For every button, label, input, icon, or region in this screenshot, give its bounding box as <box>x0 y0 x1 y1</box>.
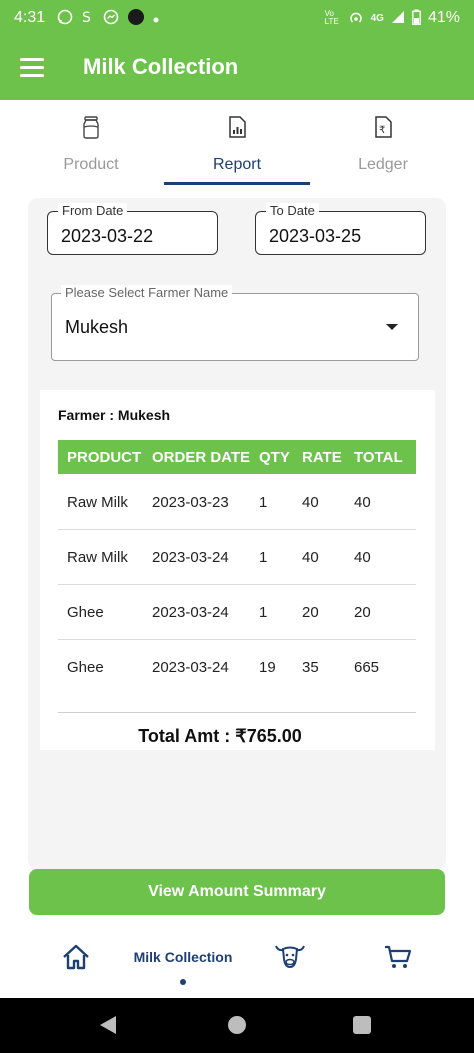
page-title: Milk Collection <box>83 54 239 79</box>
farmer-select[interactable]: Please Select Farmer Name Mukesh <box>51 285 419 361</box>
app-bar: Milk Collection <box>0 36 474 100</box>
nav-home[interactable] <box>58 930 94 998</box>
svg-text:S: S <box>82 10 91 25</box>
table-divider <box>58 712 416 713</box>
cell-rate: 40 <box>302 494 319 511</box>
messenger-icon <box>103 9 119 28</box>
cell-order-date: 2023-03-24 <box>152 549 229 566</box>
whatsapp-icon <box>57 9 73 28</box>
status-left: 4:31 S <box>14 8 159 29</box>
home-circle-icon[interactable] <box>228 1016 246 1034</box>
cell-product: Ghee <box>67 604 104 621</box>
to-date-label: To Date <box>266 203 319 219</box>
cow-icon <box>274 942 306 975</box>
bottom-nav: Milk Collection <box>0 930 474 998</box>
sync-icon: S <box>81 9 95 28</box>
column-header-total: TOTAL <box>354 449 403 466</box>
status-bar: 4:31 S Vo LTE 4G 41% <box>0 0 474 36</box>
column-header-rate: RATE <box>302 449 342 466</box>
cell-order-date: 2023-03-23 <box>152 494 229 511</box>
status-right: Vo LTE 4G 41% <box>325 9 460 28</box>
active-nav-dot <box>180 979 186 985</box>
nav-cart[interactable] <box>380 930 416 998</box>
cell-total: 665 <box>354 659 380 676</box>
chevron-down-icon <box>386 324 398 330</box>
tab-label-ledger: Ledger <box>358 156 408 173</box>
nav-cow[interactable] <box>272 930 308 998</box>
table-row: Raw Milk 2023-03-24 1 40 40 <box>58 530 416 585</box>
system-nav-bar <box>0 998 474 1053</box>
cell-rate: 20 <box>302 604 319 621</box>
home-icon <box>62 944 90 975</box>
table-header: PRODUCT ORDER DATE QTY RATE TOTAL <box>58 440 416 474</box>
volte-badge: Vo LTE <box>324 9 339 26</box>
milk-can-icon <box>78 114 104 140</box>
report-card: Farmer : Mukesh PRODUCT ORDER DATE QTY R… <box>40 390 435 750</box>
signal-icon <box>391 10 405 27</box>
cell-qty: 1 <box>259 549 268 566</box>
nav-label-milk-collection: Milk Collection <box>133 949 233 965</box>
tab-ledger[interactable]: ₹ Ledger <box>308 100 458 188</box>
cell-total: 20 <box>354 604 371 621</box>
tab-label-product: Product <box>63 156 119 173</box>
tab-report[interactable]: Report <box>162 100 312 188</box>
table-row: Ghee 2023-03-24 19 35 665 <box>58 640 416 695</box>
tab-label-report: Report <box>212 156 262 173</box>
battery-icon <box>412 9 421 28</box>
record-icon <box>127 8 145 29</box>
table-row: Ghee 2023-03-24 1 20 20 <box>58 585 416 640</box>
cell-rate: 35 <box>302 659 319 676</box>
cell-qty: 1 <box>259 494 268 511</box>
menu-icon[interactable] <box>20 58 44 78</box>
to-date-value: 2023-03-25 <box>269 226 362 246</box>
cart-icon <box>384 944 412 975</box>
cell-product: Raw Milk <box>67 549 128 566</box>
cell-qty: 1 <box>259 604 268 621</box>
from-date-label: From Date <box>58 203 128 219</box>
notification-dot-icon <box>153 10 159 26</box>
farmer-heading: Farmer : Mukesh <box>58 407 171 423</box>
cell-product: Raw Milk <box>67 494 128 511</box>
cell-total: 40 <box>354 549 371 566</box>
report-icon <box>224 114 250 140</box>
farmer-select-value: Mukesh <box>65 317 129 337</box>
cell-total: 40 <box>354 494 371 511</box>
table-row: Raw Milk 2023-03-23 1 40 40 <box>58 475 416 530</box>
column-header-product: PRODUCT <box>67 449 142 466</box>
from-date-value: 2023-03-22 <box>61 226 154 246</box>
ledger-icon: ₹ <box>370 114 396 140</box>
column-header-order-date: ORDER DATE <box>152 449 251 466</box>
cell-qty: 19 <box>259 659 276 676</box>
battery-percent: 41% <box>427 9 460 26</box>
svg-text:₹: ₹ <box>379 125 385 136</box>
farmer-select-label: Please Select Farmer Name <box>61 285 233 301</box>
tab-bar: Product Report ₹ Ledger <box>0 100 474 188</box>
network-label: 4G <box>370 12 384 24</box>
column-header-qty: QTY <box>259 449 290 466</box>
total-amount: Total Amt : ₹765.00 <box>138 726 302 746</box>
nav-milk-collection[interactable]: Milk Collection <box>128 930 238 998</box>
from-date-field[interactable]: From Date 2023-03-22 <box>47 203 218 255</box>
to-date-field[interactable]: To Date 2023-03-25 <box>255 203 426 255</box>
tab-product[interactable]: Product <box>16 100 166 188</box>
recent-apps-icon[interactable] <box>353 1016 371 1034</box>
status-time: 4:31 <box>14 9 46 26</box>
cell-order-date: 2023-03-24 <box>152 604 229 621</box>
cell-rate: 40 <box>302 549 319 566</box>
cell-product: Ghee <box>67 659 104 676</box>
cell-order-date: 2023-03-24 <box>152 659 229 676</box>
back-icon[interactable] <box>100 1016 116 1034</box>
active-tab-indicator <box>164 182 310 185</box>
view-amount-summary-button[interactable]: View Amount Summary <box>29 869 445 915</box>
hotspot-icon <box>348 9 364 28</box>
